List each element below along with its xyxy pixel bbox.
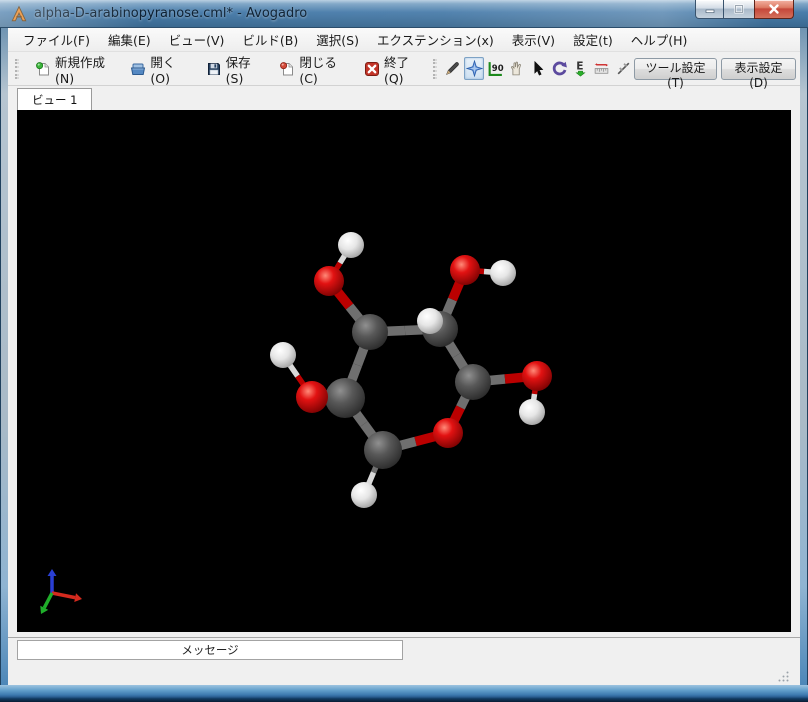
atom-H-H_r[interactable] — [519, 399, 545, 425]
angle-90-icon: 90 — [487, 60, 504, 77]
atom-O-O_l[interactable] — [296, 381, 328, 413]
client-area: ファイル(F) 編集(E) ビュー(V) ビルド(B) 選択(S) エクステンシ… — [8, 28, 800, 685]
title-bar[interactable]: alpha-D-arabinopyranose.cml* - Avogadro — [0, 0, 808, 28]
cursor-arrow-icon — [530, 60, 547, 77]
maximize-icon — [732, 2, 746, 16]
tool-bond-centric-button[interactable]: 90 — [486, 57, 505, 80]
tool-draw-button[interactable] — [443, 57, 462, 80]
tool-navigate-button[interactable] — [464, 57, 483, 80]
open-file-label: 開く(O) — [150, 52, 183, 86]
save-icon — [206, 61, 222, 77]
toolbar-handle[interactable] — [15, 59, 19, 79]
menu-help[interactable]: ヘルプ(H) — [622, 28, 697, 51]
tool-measure-button[interactable] — [592, 57, 611, 80]
messages-dock-tab[interactable]: メッセージ — [17, 640, 403, 660]
close-file-label: 閉じる(C) — [299, 52, 342, 86]
open-file-icon — [130, 61, 146, 77]
toolbar-handle[interactable] — [433, 59, 437, 79]
window-title: alpha-D-arabinopyranose.cml* - Avogadro — [34, 6, 307, 21]
toolbar: 新規作成(N) 開く(O) 保存(S) — [8, 52, 800, 86]
minimize-icon — [703, 2, 717, 16]
molecule-viewport[interactable] — [17, 110, 791, 632]
workspace: ビュー 1 — [8, 86, 800, 685]
hand-icon — [508, 60, 525, 77]
rotate-arrow-icon — [551, 60, 568, 77]
axes-indicator — [40, 569, 82, 614]
menu-display[interactable]: 表示(V) — [503, 28, 564, 51]
close-file-button[interactable]: 閉じる(C) — [271, 48, 350, 90]
atom-C-C_l[interactable] — [325, 378, 365, 418]
menu-settings[interactable]: 設定(t) — [564, 28, 622, 51]
new-file-label: 新規作成(N) — [55, 52, 108, 86]
pencil-icon — [444, 60, 461, 77]
molecule-render — [17, 110, 791, 632]
atom-H-H_b[interactable] — [351, 482, 377, 508]
new-file-button[interactable]: 新規作成(N) — [27, 48, 116, 90]
window-controls — [695, 0, 794, 19]
atom-H-H_front[interactable] — [417, 308, 443, 334]
svg-text:E: E — [576, 60, 583, 73]
energy-down-icon: E — [572, 60, 589, 77]
atom-C-C_r[interactable] — [455, 364, 491, 400]
atom-O-O_ring[interactable] — [433, 418, 463, 448]
atom-C-C_b[interactable] — [364, 431, 402, 469]
window-border-right — [800, 28, 808, 685]
quit-button[interactable]: 終了(Q) — [356, 48, 425, 90]
close-file-icon — [279, 61, 295, 77]
maximize-button[interactable] — [724, 0, 754, 19]
ruler-icon — [593, 60, 610, 77]
tool-manipulate-button[interactable] — [507, 57, 526, 80]
tool-auto-optimize-button[interactable]: E — [571, 57, 590, 80]
view-tab-bar: ビュー 1 — [17, 86, 791, 110]
app-window: alpha-D-arabinopyranose.cml* - Avogadro … — [0, 0, 808, 702]
display-settings-button[interactable]: 表示設定(D) — [721, 58, 796, 80]
tool-auto-rotate-button[interactable] — [550, 57, 569, 80]
close-button[interactable] — [754, 0, 794, 19]
status-bar — [17, 660, 791, 685]
align-axis-icon — [615, 60, 632, 77]
dock-bar: メッセージ — [17, 640, 791, 660]
tool-align-button[interactable] — [614, 57, 633, 80]
atom-O-O_tl[interactable] — [314, 266, 344, 296]
compass-star-icon — [466, 60, 483, 77]
dock-separator — [8, 637, 800, 638]
resize-grip[interactable] — [777, 670, 790, 683]
minimize-button[interactable] — [695, 0, 724, 19]
atom-C-C_tl[interactable] — [352, 314, 388, 350]
save-label: 保存(S) — [226, 52, 258, 86]
save-button[interactable]: 保存(S) — [198, 48, 266, 90]
atom-H-H_l[interactable] — [270, 342, 296, 368]
new-file-icon — [35, 61, 51, 77]
atom-H-H_top[interactable] — [338, 232, 364, 258]
atom-O-O_r[interactable] — [522, 361, 552, 391]
close-icon — [767, 2, 781, 16]
svg-text:90: 90 — [492, 64, 504, 74]
tool-select-button[interactable] — [528, 57, 547, 80]
open-file-button[interactable]: 開く(O) — [122, 48, 191, 90]
window-border-left — [0, 28, 8, 685]
quit-label: 終了(Q) — [384, 52, 417, 86]
window-border-bottom — [0, 685, 808, 702]
atom-O-O_tr[interactable] — [450, 255, 480, 285]
tool-settings-button[interactable]: ツール設定(T) — [634, 58, 717, 80]
quit-icon — [364, 61, 380, 77]
tab-view-1[interactable]: ビュー 1 — [17, 88, 92, 110]
avogadro-app-icon[interactable] — [10, 5, 28, 23]
atom-H-H_tr[interactable] — [490, 260, 516, 286]
